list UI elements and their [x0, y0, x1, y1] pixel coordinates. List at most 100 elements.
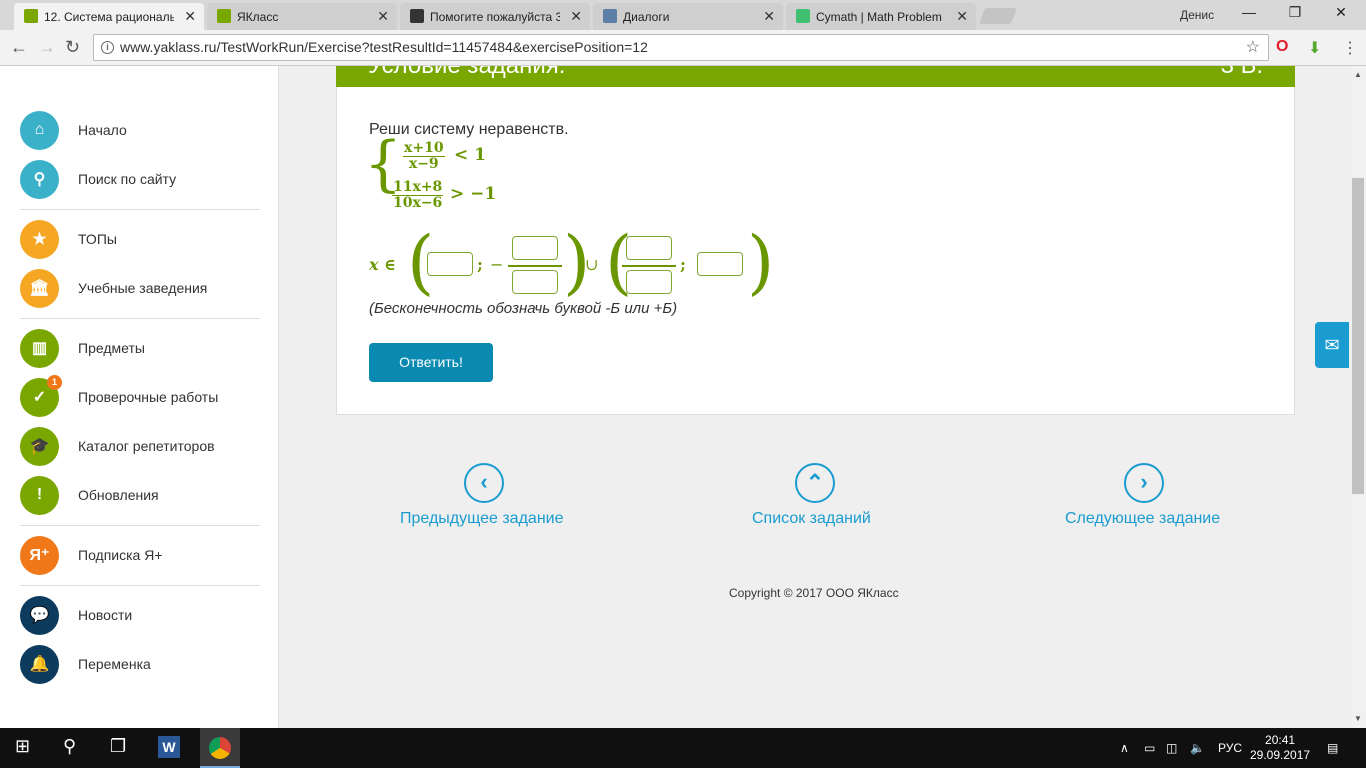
- new-tab-button[interactable]: [979, 8, 1017, 24]
- close-icon[interactable]: ✕: [570, 8, 582, 25]
- scroll-down-icon[interactable]: ▼: [1354, 714, 1362, 723]
- sidebar: ⌂ Начало ⚲ Поиск по сайту ★ ТОПы 🏛 Учебн…: [0, 66, 279, 728]
- previous-arrow-icon[interactable]: ‹: [464, 463, 504, 503]
- search-icon[interactable]: ⚲: [63, 736, 76, 757]
- sidebar-item-label: Начало: [78, 122, 127, 138]
- reload-icon[interactable]: ↻: [65, 37, 80, 58]
- mail-feedback-icon[interactable]: ✉: [1315, 322, 1349, 368]
- language-indicator[interactable]: РУС: [1218, 741, 1242, 755]
- sidebar-item-home[interactable]: ⌂ Начало: [20, 110, 260, 150]
- answer-input-2-denominator[interactable]: [512, 270, 558, 294]
- tab-1[interactable]: 12. Система рациональн ✕: [14, 3, 204, 30]
- sidebar-item-label: Каталог репетиторов: [78, 438, 215, 454]
- sidebar-item-break[interactable]: 🔔 Переменка: [20, 644, 260, 684]
- sidebar-item-tests[interactable]: ✓ 1 Проверочные работы: [20, 374, 260, 417]
- battery-icon[interactable]: ▭: [1144, 741, 1155, 755]
- tray-expand-icon[interactable]: ∧: [1120, 741, 1129, 755]
- main-content: Условие задания: 3 Б. Реши систему нерав…: [280, 66, 1351, 728]
- close-window-icon[interactable]: ✕: [1318, 4, 1364, 21]
- exercise-card: Реши систему неравенств. { x+10 x−9 < 1 …: [336, 87, 1295, 415]
- chrome-app-icon[interactable]: [209, 737, 231, 759]
- forward-icon[interactable]: →: [38, 37, 56, 58]
- sidebar-item-label: Учебные заведения: [78, 280, 208, 296]
- network-icon[interactable]: ◫: [1166, 741, 1177, 755]
- sidebar-item-subjects[interactable]: ▥ Предметы: [20, 328, 260, 368]
- home-icon: ⌂: [20, 110, 59, 150]
- sidebar-item-label: Предметы: [78, 340, 145, 356]
- exercise-points: 3 Б.: [1221, 66, 1263, 80]
- tab-3[interactable]: Помогите пожалуйста 3 ✕: [400, 3, 590, 30]
- tab-4[interactable]: Диалоги ✕: [593, 3, 783, 30]
- divider: [20, 209, 260, 210]
- back-icon[interactable]: ←: [10, 37, 28, 58]
- scrollbar[interactable]: ▲ ▼: [1351, 66, 1366, 728]
- copyright: Copyright © 2017 ООО ЯКласс: [729, 586, 899, 600]
- profile-name[interactable]: Денис: [1180, 8, 1214, 22]
- sidebar-item-institutions[interactable]: 🏛 Учебные заведения: [20, 268, 260, 308]
- close-icon[interactable]: ✕: [763, 8, 775, 25]
- opera-vpn-icon[interactable]: O: [1276, 38, 1288, 56]
- tab-label: Cymath | Math Problem: [816, 9, 942, 24]
- next-arrow-icon[interactable]: ›: [1124, 463, 1164, 503]
- notifications-icon[interactable]: ▤: [1327, 741, 1338, 755]
- tab-2[interactable]: ЯКласс ✕: [207, 3, 397, 30]
- tab-label: Диалоги: [623, 9, 670, 24]
- answer-input-1[interactable]: [427, 252, 473, 276]
- dialogs-favicon-icon: [603, 9, 617, 23]
- task-view-icon[interactable]: ❐: [110, 736, 126, 757]
- sidebar-item-tutors[interactable]: 🎓 Каталог репетиторов: [20, 426, 260, 466]
- answer-input-2-numerator[interactable]: [512, 236, 558, 260]
- sidebar-item-label: ТОПы: [78, 231, 117, 247]
- scroll-up-icon[interactable]: ▲: [1354, 70, 1362, 79]
- answer-input-4[interactable]: [697, 252, 743, 276]
- ya-plus-icon: Я⁺: [20, 535, 59, 575]
- sidebar-item-news[interactable]: 💬 Новости: [20, 595, 260, 635]
- inequality-1-numerator: x+10: [403, 140, 445, 157]
- separator: ;: [477, 255, 483, 274]
- browser-toolbar: ← → ↻ i www.yaklass.ru/TestWorkRun/Exerc…: [0, 30, 1366, 66]
- close-icon[interactable]: ✕: [956, 8, 968, 25]
- yaklass-favicon-icon: [24, 9, 38, 23]
- book-icon: ▥: [20, 328, 59, 368]
- yaklass-favicon-icon: [217, 9, 231, 23]
- clock-date: 29.09.2017: [1250, 748, 1311, 762]
- windows-start-icon[interactable]: ⊞: [15, 736, 30, 757]
- restore-icon[interactable]: ❐: [1272, 4, 1318, 21]
- sidebar-item-search[interactable]: ⚲ Поиск по сайту: [20, 159, 260, 199]
- previous-task-link[interactable]: Предыдущее задание: [400, 510, 563, 528]
- inequality-2-denominator: 10x−6: [393, 195, 443, 211]
- bookmark-star-icon[interactable]: ☆: [1246, 35, 1260, 60]
- sidebar-item-subscription[interactable]: Я⁺ Подписка Я+: [20, 535, 260, 575]
- clock[interactable]: 20:41 29.09.2017: [1250, 733, 1310, 763]
- scrollbar-thumb[interactable]: [1352, 178, 1364, 494]
- task-list-arrow-icon[interactable]: ⌃: [795, 463, 835, 503]
- divider: [20, 525, 260, 526]
- menu-icon[interactable]: ⋮: [1342, 38, 1358, 58]
- close-icon[interactable]: ✕: [377, 8, 389, 25]
- institution-icon: 🏛: [20, 268, 59, 308]
- task-list-link[interactable]: Список заданий: [752, 510, 871, 528]
- check-icon: ✓ 1: [20, 374, 62, 417]
- address-bar[interactable]: i www.yaklass.ru/TestWorkRun/Exercise?te…: [93, 34, 1269, 61]
- tab-label: ЯКласс: [237, 9, 279, 24]
- next-task-link[interactable]: Следующее задание: [1065, 510, 1220, 528]
- tab-5[interactable]: Cymath | Math Problem ✕: [786, 3, 976, 30]
- chat-icon: 💬: [20, 595, 59, 635]
- exercise-header-title: Условие задания:: [368, 66, 565, 80]
- graduation-cap-icon: 🎓: [20, 426, 59, 466]
- answer-input-3-numerator[interactable]: [626, 236, 672, 260]
- minus-sign: −: [490, 255, 504, 274]
- sidebar-item-updates[interactable]: ! Обновления: [20, 475, 260, 515]
- volume-icon[interactable]: 🔈: [1190, 741, 1205, 755]
- word-app-icon[interactable]: W: [158, 736, 180, 758]
- close-icon[interactable]: ✕: [184, 8, 196, 25]
- sidebar-item-tops[interactable]: ★ ТОПы: [20, 219, 260, 259]
- submit-answer-button[interactable]: Ответить!: [369, 343, 493, 382]
- union-sign: ∪: [585, 255, 599, 274]
- exercise-header: Условие задания: 3 Б.: [336, 66, 1295, 87]
- answer-input-3-denominator[interactable]: [626, 270, 672, 294]
- sidebar-item-label: Поиск по сайту: [78, 171, 177, 187]
- minimize-icon[interactable]: —: [1226, 4, 1272, 20]
- download-extension-icon[interactable]: ⬇: [1308, 38, 1321, 58]
- info-icon[interactable]: i: [101, 41, 114, 54]
